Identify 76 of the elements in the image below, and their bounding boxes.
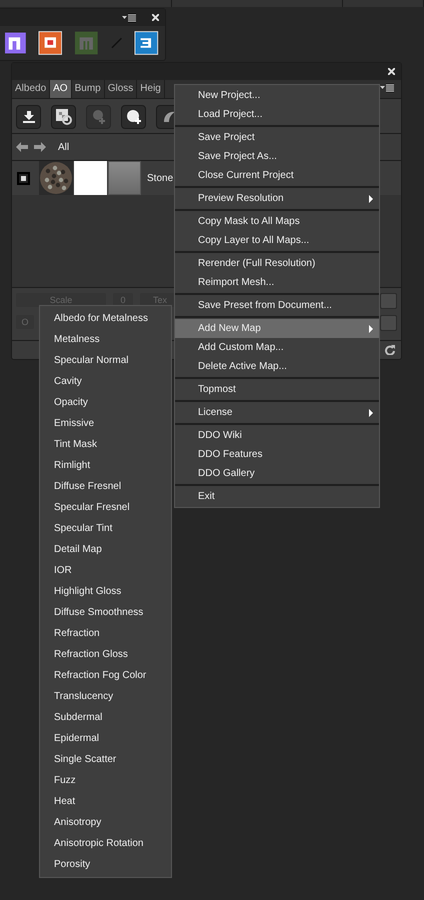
- import-button[interactable]: [16, 105, 41, 129]
- menu-item[interactable]: IOR: [40, 560, 171, 581]
- map-tab[interactable]: AO: [50, 80, 72, 98]
- menu-item[interactable]: Specular Fresnel: [40, 497, 171, 518]
- menu-item[interactable]: Close Current Project: [175, 166, 379, 185]
- app-icon[interactable]: [134, 30, 160, 56]
- menu-item[interactable]: Preview Resolution: [175, 189, 379, 208]
- menu-item[interactable]: Copy Mask to All Maps: [175, 212, 379, 231]
- refresh-mask-button[interactable]: [51, 105, 76, 129]
- menu-item[interactable]: Save Project As...: [175, 147, 379, 166]
- menu-item[interactable]: Rimlight: [40, 455, 171, 476]
- menu-item[interactable]: Copy Layer to All Maps...: [175, 231, 379, 250]
- leaf-icon: [162, 110, 176, 124]
- menu-item[interactable]: Diffuse Fresnel: [40, 476, 171, 497]
- menu-item[interactable]: Cavity: [40, 371, 171, 392]
- menu-item[interactable]: Highlight Gloss: [40, 581, 171, 602]
- back-arrow-icon[interactable]: [16, 142, 28, 152]
- menu-item[interactable]: Save Project: [175, 128, 379, 147]
- menu-item[interactable]: Refraction Fog Color: [40, 665, 171, 686]
- layer-name: Stone:: [147, 172, 176, 184]
- menu-item[interactable]: New Project...: [175, 86, 379, 105]
- menu-item[interactable]: Save Preset from Document...: [175, 296, 379, 315]
- menu-item[interactable]: Anisotropy: [40, 812, 171, 833]
- menu-item[interactable]: Refraction Gloss: [40, 644, 171, 665]
- download-icon: [22, 111, 34, 123]
- refresh-icon[interactable]: [385, 345, 395, 355]
- visibility-checkbox[interactable]: [17, 172, 30, 184]
- add-layer-button[interactable]: [86, 105, 111, 129]
- checker-refresh-icon: [56, 109, 72, 125]
- menu-item[interactable]: Emissive: [40, 413, 171, 434]
- map-tab[interactable]: Heig: [137, 80, 165, 98]
- menu-item[interactable]: Epidermal: [40, 728, 171, 749]
- menu-item[interactable]: Diffuse Smoothness: [40, 602, 171, 623]
- color-thumbnail: [108, 161, 141, 195]
- menu-item[interactable]: Metalness: [40, 329, 171, 350]
- close-icon[interactable]: [152, 14, 159, 21]
- dropdown-field[interactable]: [380, 315, 397, 331]
- dropdown-field[interactable]: [380, 293, 397, 309]
- menu-item[interactable]: Subdermal: [40, 707, 171, 728]
- menu-item[interactable]: Fuzz: [40, 770, 171, 791]
- menu-item[interactable]: Specular Normal: [40, 350, 171, 371]
- slash-icon: [111, 37, 122, 49]
- forward-arrow-icon[interactable]: [34, 142, 46, 152]
- menu-item[interactable]: License: [175, 403, 379, 422]
- app-icon[interactable]: [5, 32, 26, 54]
- menu-item[interactable]: Add Custom Map...: [175, 338, 379, 357]
- menu-item[interactable]: Heat: [40, 791, 171, 812]
- menu-item[interactable]: Tint Mask: [40, 434, 171, 455]
- add-sphere-icon: [124, 109, 142, 125]
- menu-item[interactable]: Add New Map: [175, 319, 379, 338]
- close-icon[interactable]: [388, 68, 395, 75]
- breadcrumb[interactable]: All: [58, 142, 70, 152]
- menu-item[interactable]: Reimport Mesh...: [175, 273, 379, 292]
- menu-item[interactable]: Detail Map: [40, 539, 171, 560]
- menu-item[interactable]: Exit: [175, 487, 379, 506]
- menu-item[interactable]: DDO Wiki: [175, 426, 379, 445]
- add-material-button[interactable]: [121, 105, 146, 129]
- menu-item[interactable]: Topmost: [175, 380, 379, 399]
- menu-item[interactable]: Rerender (Full Resolution): [175, 254, 379, 273]
- menu-item[interactable]: Delete Active Map...: [175, 357, 379, 376]
- menu-item[interactable]: Anisotropic Rotation: [40, 833, 171, 854]
- map-tab[interactable]: Bump: [72, 80, 105, 98]
- app-icon[interactable]: [38, 30, 62, 56]
- menu-item[interactable]: Translucency: [40, 686, 171, 707]
- mask-thumbnail: [74, 161, 107, 195]
- menu-item[interactable]: Albedo for Metalness: [40, 308, 171, 329]
- menu-item[interactable]: Load Project...: [175, 105, 379, 124]
- map-tab[interactable]: Gloss: [104, 80, 138, 98]
- menu-item[interactable]: Specular Tint: [40, 518, 171, 539]
- menu-item[interactable]: Opacity: [40, 392, 171, 413]
- menu-item[interactable]: DDO Features: [175, 445, 379, 464]
- menu-item[interactable]: Porosity: [40, 854, 171, 875]
- add-layer-icon: [90, 109, 106, 125]
- menu-item[interactable]: Single Scatter: [40, 749, 171, 770]
- menu-item[interactable]: Refraction: [40, 623, 171, 644]
- menu-item[interactable]: DDO Gallery: [175, 464, 379, 483]
